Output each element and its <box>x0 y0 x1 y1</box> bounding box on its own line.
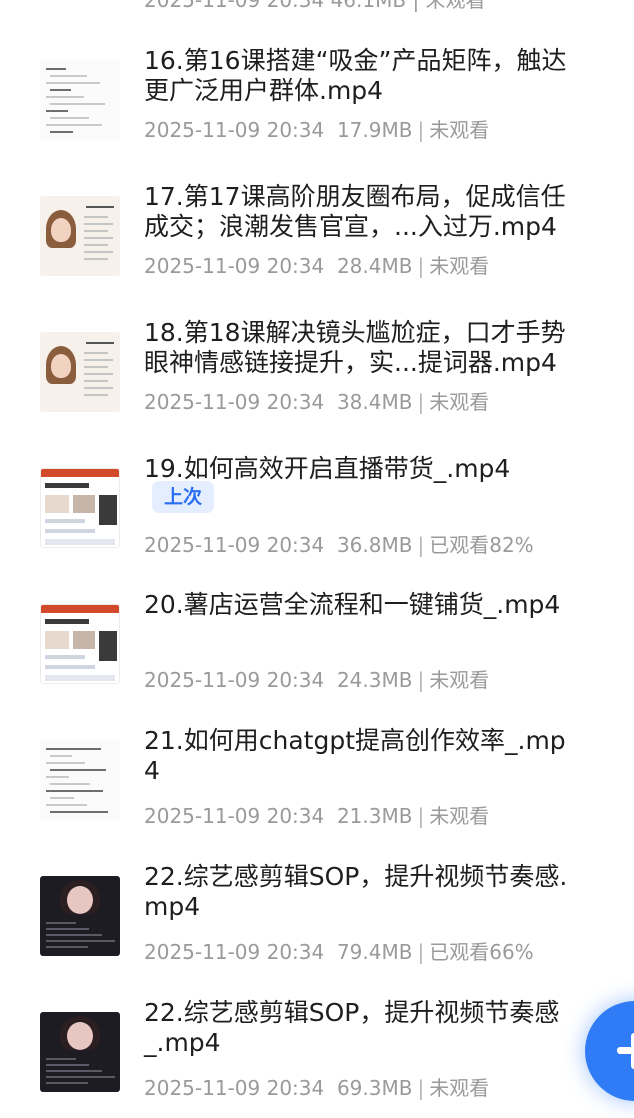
presenter-thumbnail[interactable] <box>40 196 120 276</box>
watch-status: 未观看 <box>429 1076 490 1100</box>
file-meta: 2025-11-09 20:34 21.3MB | 未观看 <box>144 802 489 830</box>
meta-separator: | <box>417 940 425 964</box>
meta-separator: | <box>417 804 425 828</box>
file-meta: 2025-11-09 20:34 24.3MB | 未观看 <box>144 666 489 694</box>
file-list-item[interactable]: 17.第17课高阶朋友圈布局，促成信任成交；浪潮发售官宣，...入过万.mp4 2… <box>0 182 634 316</box>
slides-thumbnail[interactable] <box>40 604 120 684</box>
meta-separator: | <box>417 533 425 557</box>
file-title: 16.第16课搭建“吸金”产品矩阵，触达更广泛用户群体.mp4 <box>144 46 567 105</box>
file-meta: 2025-11-09 20:34 79.4MB | 已观看66% <box>144 938 534 966</box>
file-size: 24.3MB <box>336 668 413 692</box>
file-date: 2025-11-09 20:34 <box>144 668 325 692</box>
document-thumbnail[interactable] <box>40 60 120 140</box>
partial-file-meta: 2025-11-09 20:34 46.1MB | 未观看 <box>144 0 486 12</box>
file-list-item[interactable]: 20.薯店运营全流程和一键铺货_.mp4 2025-11-09 20:34 24.… <box>0 590 634 724</box>
watch-status: 未观看 <box>429 668 490 692</box>
file-date: 2025-11-09 20:34 <box>144 118 325 142</box>
meta-separator: | <box>417 1076 425 1100</box>
file-date: 2025-11-09 20:34 <box>144 1076 325 1100</box>
file-list-item[interactable]: 18.第18课解决镜头尴尬症，口才手势眼神情感链接提升，实...提词器.mp4 2… <box>0 318 634 452</box>
dark-video-thumbnail[interactable] <box>40 876 120 956</box>
watch-status: 已观看82% <box>429 533 534 557</box>
slides-thumbnail[interactable] <box>40 468 120 548</box>
meta-separator: | <box>417 254 425 278</box>
file-meta: 2025-11-09 20:34 28.4MB | 未观看 <box>144 252 489 280</box>
file-size: 21.3MB <box>336 804 413 828</box>
file-size: 38.4MB <box>336 390 413 414</box>
watch-status: 未观看 <box>429 118 490 142</box>
file-date: 2025-11-09 20:34 <box>144 940 325 964</box>
file-title: 21.如何用chatgpt提高创作效率_.mp4 <box>144 726 566 785</box>
file-title: 22.综艺感剪辑SOP，提升视频节奏感_.mp4 <box>144 998 560 1057</box>
watch-status: 未观看 <box>429 254 490 278</box>
file-meta: 2025-11-09 20:34 17.9MB | 未观看 <box>144 116 489 144</box>
watch-status: 未观看 <box>429 390 490 414</box>
file-list-item[interactable]: 22.综艺感剪辑SOP，提升视频节奏感.mp4 2025-11-09 20:34 … <box>0 862 634 996</box>
file-size: 36.8MB <box>336 533 413 557</box>
last-viewed-badge: 上次 <box>152 481 215 513</box>
file-size: 28.4MB <box>336 254 413 278</box>
watch-status: 已观看66% <box>429 940 534 964</box>
file-size: 69.3MB <box>336 1076 413 1100</box>
file-title: 17.第17课高阶朋友圈布局，促成信任成交；浪潮发售官宣，...入过万.mp4 <box>144 182 566 241</box>
file-date: 2025-11-09 20:34 <box>144 254 325 278</box>
meta-separator: | <box>417 390 425 414</box>
file-size: 17.9MB <box>336 118 413 142</box>
file-list-item[interactable]: 16.第16课搭建“吸金”产品矩阵，触达更广泛用户群体.mp4 2025-11-0… <box>0 46 634 180</box>
file-title: 22.综艺感剪辑SOP，提升视频节奏感.mp4 <box>144 862 568 921</box>
file-list-item[interactable]: 19.如何高效开启直播带货_.mp4上次 2025-11-09 20:34 36.… <box>0 454 634 588</box>
file-meta: 2025-11-09 20:34 38.4MB | 未观看 <box>144 388 489 416</box>
meta-separator: | <box>417 668 425 692</box>
file-title: 20.薯店运营全流程和一键铺货_.mp4 <box>144 590 561 619</box>
file-title: 19.如何高效开启直播带货_.mp4上次 <box>144 454 574 516</box>
meta-separator: | <box>417 118 425 142</box>
file-list-screen: 2025-11-09 20:34 46.1MB | 未观看 16.第16课搭建“… <box>0 0 634 1118</box>
dark-video-thumbnail[interactable] <box>40 1012 120 1092</box>
file-date: 2025-11-09 20:34 <box>144 533 325 557</box>
file-meta: 2025-11-09 20:34 36.8MB | 已观看82% <box>144 531 534 559</box>
file-size: 79.4MB <box>336 940 413 964</box>
file-date: 2025-11-09 20:34 <box>144 390 325 414</box>
file-title: 18.第18课解决镜头尴尬症，口才手势眼神情感链接提升，实...提词器.mp4 <box>144 318 566 377</box>
presenter-thumbnail[interactable] <box>40 332 120 412</box>
document-thumbnail[interactable] <box>40 740 120 820</box>
file-list-item[interactable]: 21.如何用chatgpt提高创作效率_.mp4 2025-11-09 20:34… <box>0 726 634 860</box>
file-list-item[interactable]: 22.综艺感剪辑SOP，提升视频节奏感_.mp4 2025-11-09 20:34… <box>0 998 634 1118</box>
file-date: 2025-11-09 20:34 <box>144 804 325 828</box>
file-meta: 2025-11-09 20:34 69.3MB | 未观看 <box>144 1074 489 1102</box>
watch-status: 未观看 <box>429 804 490 828</box>
